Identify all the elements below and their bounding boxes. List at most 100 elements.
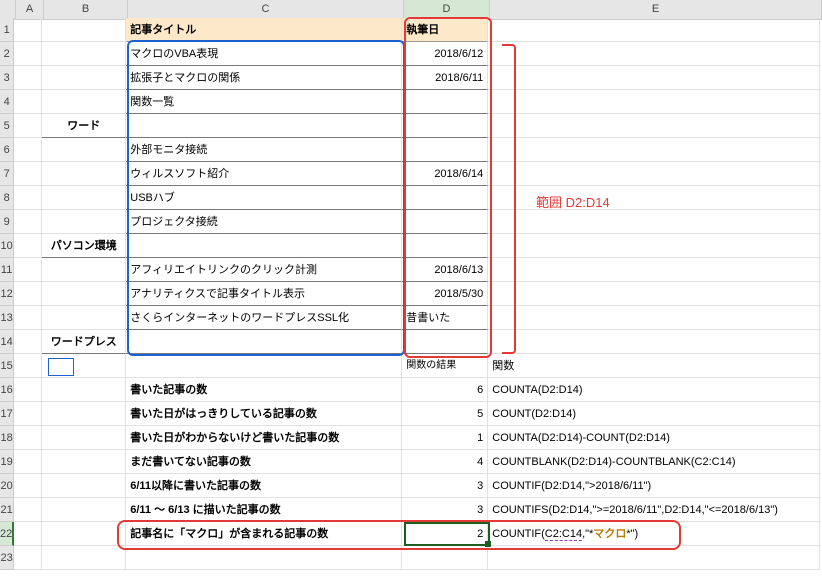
cell-a12[interactable] — [14, 282, 42, 306]
cell-e9[interactable] — [488, 210, 820, 234]
cell-e3[interactable] — [488, 66, 820, 90]
cell-d9[interactable] — [402, 210, 488, 234]
cell-a15[interactable] — [14, 354, 42, 378]
cell-c6[interactable]: 外部モニタ接続 — [126, 138, 402, 162]
row-header-22[interactable]: 22 — [0, 522, 14, 546]
col-header-c[interactable]: C — [128, 0, 404, 20]
cell-d22[interactable]: 2 — [402, 522, 488, 546]
cell-a13[interactable] — [14, 306, 42, 330]
row-header-12[interactable]: 12 — [0, 282, 14, 306]
row-header-1[interactable]: 1 — [0, 18, 14, 42]
cell-d21[interactable]: 3 — [402, 498, 488, 522]
cell-a6[interactable] — [14, 138, 42, 162]
cell-e2[interactable] — [488, 42, 820, 66]
cell-a21[interactable] — [14, 498, 42, 522]
cell-c9[interactable]: プロジェクタ接続 — [126, 210, 402, 234]
row-header-14[interactable]: 14 — [0, 330, 14, 354]
cell-d10[interactable] — [402, 234, 488, 258]
cell-c16[interactable]: 書いた記事の数 — [126, 378, 402, 402]
cell-b22[interactable] — [42, 522, 126, 546]
row-header-11[interactable]: 11 — [0, 258, 14, 282]
cell-b7[interactable] — [42, 162, 126, 186]
cell-c13[interactable]: さくらインターネットのワードプレスSSL化 — [126, 306, 402, 330]
cell-d5[interactable] — [402, 114, 488, 138]
cell-c7[interactable]: ウィルスソフト紹介 — [126, 162, 402, 186]
row-header-23[interactable]: 23 — [0, 546, 14, 570]
cell-b17[interactable] — [42, 402, 126, 426]
cell-b16[interactable] — [42, 378, 126, 402]
cell-d12[interactable]: 2018/5/30 — [402, 282, 488, 306]
cell-d6[interactable] — [402, 138, 488, 162]
cell-c12[interactable]: アナリティクスで記事タイトル表示 — [126, 282, 402, 306]
cell-a7[interactable] — [14, 162, 42, 186]
row-header-4[interactable]: 4 — [0, 90, 14, 114]
col-header-d[interactable]: D — [404, 0, 490, 20]
cell-e13[interactable] — [488, 306, 820, 330]
cell-d16[interactable]: 6 — [402, 378, 488, 402]
cell-a10[interactable] — [14, 234, 42, 258]
cell-d18[interactable]: 1 — [402, 426, 488, 450]
select-all-corner[interactable] — [0, 0, 16, 20]
cell-e19[interactable]: COUNTBLANK(D2:D14)-COUNTBLANK(C2:C14) — [488, 450, 820, 474]
cell-c21[interactable]: 6/11 ～ 6/13 に描いた記事の数 — [126, 498, 402, 522]
cell-b12[interactable] — [42, 282, 126, 306]
row-header-15[interactable]: 15 — [0, 354, 14, 378]
row-header-21[interactable]: 21 — [0, 498, 14, 522]
cell-c15[interactable] — [126, 354, 402, 378]
cell-a5[interactable] — [14, 114, 42, 138]
cell-e14[interactable] — [488, 330, 820, 354]
cell-d11[interactable]: 2018/6/13 — [402, 258, 488, 282]
cell-c1[interactable]: 記事タイトル — [126, 18, 402, 42]
row-header-16[interactable]: 16 — [0, 378, 14, 402]
cell-d13[interactable]: 昔書いた — [402, 306, 488, 330]
cell-c2[interactable]: マクロのVBA表現 — [126, 42, 402, 66]
cell-b2[interactable] — [42, 42, 126, 66]
row-header-20[interactable]: 20 — [0, 474, 14, 498]
row-header-6[interactable]: 6 — [0, 138, 14, 162]
cell-c11[interactable]: アフィリエイトリンクのクリック計測 — [126, 258, 402, 282]
cell-d19[interactable]: 4 — [402, 450, 488, 474]
cell-d3[interactable]: 2018/6/11 — [402, 66, 488, 90]
cell-e1[interactable] — [488, 18, 820, 42]
cell-b21[interactable] — [42, 498, 126, 522]
cell-b18[interactable] — [42, 426, 126, 450]
cell-c23[interactable] — [126, 546, 402, 570]
cell-c20[interactable]: 6/11以降に書いた記事の数 — [126, 474, 402, 498]
cell-b20[interactable] — [42, 474, 126, 498]
cell-b3[interactable] — [42, 66, 126, 90]
cell-a1[interactable] — [14, 18, 42, 42]
row-header-7[interactable]: 7 — [0, 162, 14, 186]
cell-b13[interactable] — [42, 306, 126, 330]
cell-d20[interactable]: 3 — [402, 474, 488, 498]
cell-c10[interactable] — [126, 234, 402, 258]
col-header-e[interactable]: E — [490, 0, 822, 20]
row-header-5[interactable]: 5 — [0, 114, 14, 138]
cell-e21[interactable]: COUNTIFS(D2:D14,">=2018/6/11",D2:D14,"<=… — [488, 498, 820, 522]
cell-c8[interactable]: USBハブ — [126, 186, 402, 210]
cell-e16[interactable]: COUNTA(D2:D14) — [488, 378, 820, 402]
cell-d14[interactable] — [402, 330, 488, 354]
row-header-9[interactable]: 9 — [0, 210, 14, 234]
cell-c19[interactable]: まだ書いてない記事の数 — [126, 450, 402, 474]
cell-e22[interactable]: COUNTIF(C2:C14,"*マクロ*") — [488, 522, 820, 546]
cell-b1[interactable] — [42, 18, 126, 42]
row-header-17[interactable]: 17 — [0, 402, 14, 426]
cell-e17[interactable]: COUNT(D2:D14) — [488, 402, 820, 426]
cell-b10[interactable]: パソコン環境 — [42, 234, 126, 258]
cell-e20[interactable]: COUNTIF(D2:D14,">2018/6/11") — [488, 474, 820, 498]
cell-a16[interactable] — [14, 378, 42, 402]
cell-e11[interactable] — [488, 258, 820, 282]
cell-b19[interactable] — [42, 450, 126, 474]
cell-e12[interactable] — [488, 282, 820, 306]
cell-d7[interactable]: 2018/6/14 — [402, 162, 488, 186]
row-header-10[interactable]: 10 — [0, 234, 14, 258]
cell-b4[interactable] — [42, 90, 126, 114]
cell-e18[interactable]: COUNTA(D2:D14)-COUNT(D2:D14) — [488, 426, 820, 450]
cell-a3[interactable] — [14, 66, 42, 90]
cell-e15[interactable]: 関数 — [488, 354, 820, 378]
cell-a4[interactable] — [14, 90, 42, 114]
cell-a14[interactable] — [14, 330, 42, 354]
cell-b8[interactable] — [42, 186, 126, 210]
cell-a18[interactable] — [14, 426, 42, 450]
cell-d15[interactable]: 関数の結果 — [402, 354, 488, 378]
